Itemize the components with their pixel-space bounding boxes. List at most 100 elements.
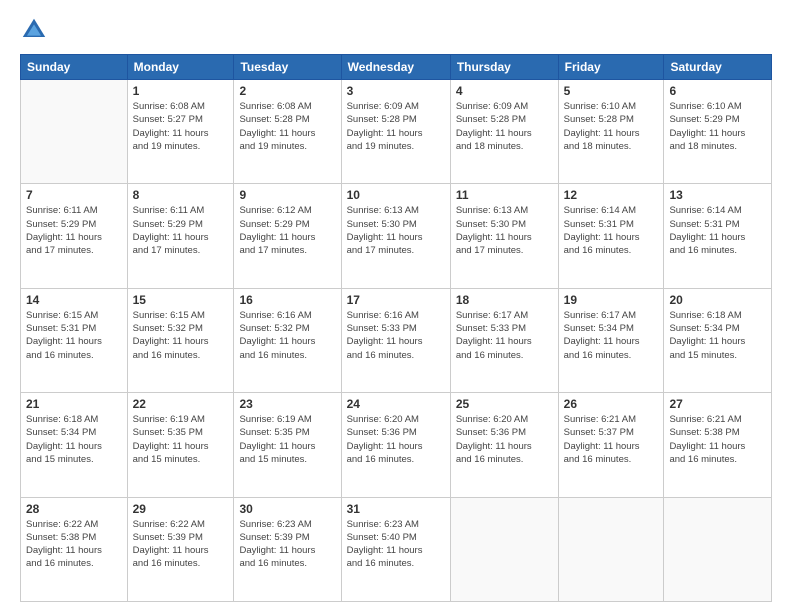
header-cell-friday: Friday <box>558 55 664 80</box>
logo <box>20 16 52 44</box>
day-number: 17 <box>347 293 445 307</box>
calendar-week-1: 7 Sunrise: 6:11 AM Sunset: 5:29 PM Daylig… <box>21 184 772 288</box>
day-info: Sunrise: 6:20 AM Sunset: 5:36 PM Dayligh… <box>456 413 553 466</box>
calendar-cell <box>21 80 128 184</box>
calendar-cell: 22 Sunrise: 6:19 AM Sunset: 5:35 PM Dayli… <box>127 393 234 497</box>
calendar-cell: 29 Sunrise: 6:22 AM Sunset: 5:39 PM Dayli… <box>127 497 234 601</box>
calendar-cell <box>450 497 558 601</box>
day-number: 9 <box>239 188 335 202</box>
calendar-cell: 5 Sunrise: 6:10 AM Sunset: 5:28 PM Daylig… <box>558 80 664 184</box>
header <box>20 16 772 44</box>
day-number: 23 <box>239 397 335 411</box>
day-number: 16 <box>239 293 335 307</box>
day-number: 21 <box>26 397 122 411</box>
day-number: 27 <box>669 397 766 411</box>
day-info: Sunrise: 6:21 AM Sunset: 5:38 PM Dayligh… <box>669 413 766 466</box>
day-number: 1 <box>133 84 229 98</box>
day-info: Sunrise: 6:17 AM Sunset: 5:33 PM Dayligh… <box>456 309 553 362</box>
calendar-cell: 24 Sunrise: 6:20 AM Sunset: 5:36 PM Dayli… <box>341 393 450 497</box>
calendar-cell: 13 Sunrise: 6:14 AM Sunset: 5:31 PM Dayli… <box>664 184 772 288</box>
calendar-cell <box>558 497 664 601</box>
day-info: Sunrise: 6:15 AM Sunset: 5:31 PM Dayligh… <box>26 309 122 362</box>
day-number: 15 <box>133 293 229 307</box>
calendar-cell: 30 Sunrise: 6:23 AM Sunset: 5:39 PM Dayli… <box>234 497 341 601</box>
day-info: Sunrise: 6:11 AM Sunset: 5:29 PM Dayligh… <box>26 204 122 257</box>
calendar-cell: 28 Sunrise: 6:22 AM Sunset: 5:38 PM Dayli… <box>21 497 128 601</box>
day-number: 28 <box>26 502 122 516</box>
calendar-week-2: 14 Sunrise: 6:15 AM Sunset: 5:31 PM Dayli… <box>21 288 772 392</box>
day-number: 26 <box>564 397 659 411</box>
day-info: Sunrise: 6:16 AM Sunset: 5:32 PM Dayligh… <box>239 309 335 362</box>
day-number: 30 <box>239 502 335 516</box>
day-info: Sunrise: 6:10 AM Sunset: 5:28 PM Dayligh… <box>564 100 659 153</box>
calendar-cell: 1 Sunrise: 6:08 AM Sunset: 5:27 PM Daylig… <box>127 80 234 184</box>
day-info: Sunrise: 6:22 AM Sunset: 5:39 PM Dayligh… <box>133 518 229 571</box>
day-number: 10 <box>347 188 445 202</box>
day-info: Sunrise: 6:14 AM Sunset: 5:31 PM Dayligh… <box>564 204 659 257</box>
calendar-cell: 17 Sunrise: 6:16 AM Sunset: 5:33 PM Dayli… <box>341 288 450 392</box>
day-info: Sunrise: 6:18 AM Sunset: 5:34 PM Dayligh… <box>669 309 766 362</box>
day-info: Sunrise: 6:11 AM Sunset: 5:29 PM Dayligh… <box>133 204 229 257</box>
day-number: 24 <box>347 397 445 411</box>
calendar-cell: 9 Sunrise: 6:12 AM Sunset: 5:29 PM Daylig… <box>234 184 341 288</box>
day-info: Sunrise: 6:20 AM Sunset: 5:36 PM Dayligh… <box>347 413 445 466</box>
day-number: 5 <box>564 84 659 98</box>
calendar-cell: 10Sunrise: 6:13 AM Sunset: 5:30 PM Dayli… <box>341 184 450 288</box>
day-info: Sunrise: 6:09 AM Sunset: 5:28 PM Dayligh… <box>347 100 445 153</box>
day-info: Sunrise: 6:16 AM Sunset: 5:33 PM Dayligh… <box>347 309 445 362</box>
calendar-week-0: 1 Sunrise: 6:08 AM Sunset: 5:27 PM Daylig… <box>21 80 772 184</box>
calendar-cell: 2 Sunrise: 6:08 AM Sunset: 5:28 PM Daylig… <box>234 80 341 184</box>
day-number: 12 <box>564 188 659 202</box>
calendar-cell: 26 Sunrise: 6:21 AM Sunset: 5:37 PM Dayli… <box>558 393 664 497</box>
header-cell-monday: Monday <box>127 55 234 80</box>
day-info: Sunrise: 6:23 AM Sunset: 5:40 PM Dayligh… <box>347 518 445 571</box>
calendar-cell <box>664 497 772 601</box>
day-info: Sunrise: 6:17 AM Sunset: 5:34 PM Dayligh… <box>564 309 659 362</box>
day-info: Sunrise: 6:18 AM Sunset: 5:34 PM Dayligh… <box>26 413 122 466</box>
calendar-cell: 6 Sunrise: 6:10 AM Sunset: 5:29 PM Daylig… <box>664 80 772 184</box>
day-info: Sunrise: 6:09 AM Sunset: 5:28 PM Dayligh… <box>456 100 553 153</box>
day-number: 2 <box>239 84 335 98</box>
logo-icon <box>20 16 48 44</box>
day-info: Sunrise: 6:08 AM Sunset: 5:28 PM Dayligh… <box>239 100 335 153</box>
header-cell-sunday: Sunday <box>21 55 128 80</box>
calendar-cell: 14 Sunrise: 6:15 AM Sunset: 5:31 PM Dayli… <box>21 288 128 392</box>
day-number: 31 <box>347 502 445 516</box>
calendar-cell: 23 Sunrise: 6:19 AM Sunset: 5:35 PM Dayli… <box>234 393 341 497</box>
calendar-cell: 16 Sunrise: 6:16 AM Sunset: 5:32 PM Dayli… <box>234 288 341 392</box>
calendar-week-3: 21 Sunrise: 6:18 AM Sunset: 5:34 PM Dayli… <box>21 393 772 497</box>
calendar-cell: 27 Sunrise: 6:21 AM Sunset: 5:38 PM Dayli… <box>664 393 772 497</box>
day-number: 18 <box>456 293 553 307</box>
day-info: Sunrise: 6:23 AM Sunset: 5:39 PM Dayligh… <box>239 518 335 571</box>
day-number: 29 <box>133 502 229 516</box>
day-info: Sunrise: 6:22 AM Sunset: 5:38 PM Dayligh… <box>26 518 122 571</box>
day-number: 13 <box>669 188 766 202</box>
calendar-header: SundayMondayTuesdayWednesdayThursdayFrid… <box>21 55 772 80</box>
calendar-cell: 12 Sunrise: 6:14 AM Sunset: 5:31 PM Dayli… <box>558 184 664 288</box>
day-info: Sunrise: 6:19 AM Sunset: 5:35 PM Dayligh… <box>133 413 229 466</box>
calendar-cell: 11Sunrise: 6:13 AM Sunset: 5:30 PM Dayli… <box>450 184 558 288</box>
calendar-week-4: 28 Sunrise: 6:22 AM Sunset: 5:38 PM Dayli… <box>21 497 772 601</box>
day-number: 19 <box>564 293 659 307</box>
day-info: Sunrise: 6:10 AM Sunset: 5:29 PM Dayligh… <box>669 100 766 153</box>
day-number: 6 <box>669 84 766 98</box>
day-number: 14 <box>26 293 122 307</box>
calendar-cell: 3 Sunrise: 6:09 AM Sunset: 5:28 PM Daylig… <box>341 80 450 184</box>
day-number: 25 <box>456 397 553 411</box>
calendar-cell: 21 Sunrise: 6:18 AM Sunset: 5:34 PM Dayli… <box>21 393 128 497</box>
day-number: 20 <box>669 293 766 307</box>
calendar-cell: 20 Sunrise: 6:18 AM Sunset: 5:34 PM Dayli… <box>664 288 772 392</box>
header-cell-wednesday: Wednesday <box>341 55 450 80</box>
calendar-cell: 31 Sunrise: 6:23 AM Sunset: 5:40 PM Dayli… <box>341 497 450 601</box>
day-info: Sunrise: 6:14 AM Sunset: 5:31 PM Dayligh… <box>669 204 766 257</box>
day-number: 22 <box>133 397 229 411</box>
day-info: Sunrise: 6:08 AM Sunset: 5:27 PM Dayligh… <box>133 100 229 153</box>
day-info: Sunrise: 6:21 AM Sunset: 5:37 PM Dayligh… <box>564 413 659 466</box>
header-cell-tuesday: Tuesday <box>234 55 341 80</box>
calendar-table: SundayMondayTuesdayWednesdayThursdayFrid… <box>20 54 772 602</box>
calendar-cell: 19 Sunrise: 6:17 AM Sunset: 5:34 PM Dayli… <box>558 288 664 392</box>
day-number: 3 <box>347 84 445 98</box>
day-info: Sunrise: 6:12 AM Sunset: 5:29 PM Dayligh… <box>239 204 335 257</box>
day-number: 7 <box>26 188 122 202</box>
day-info: Sunrise: 6:19 AM Sunset: 5:35 PM Dayligh… <box>239 413 335 466</box>
